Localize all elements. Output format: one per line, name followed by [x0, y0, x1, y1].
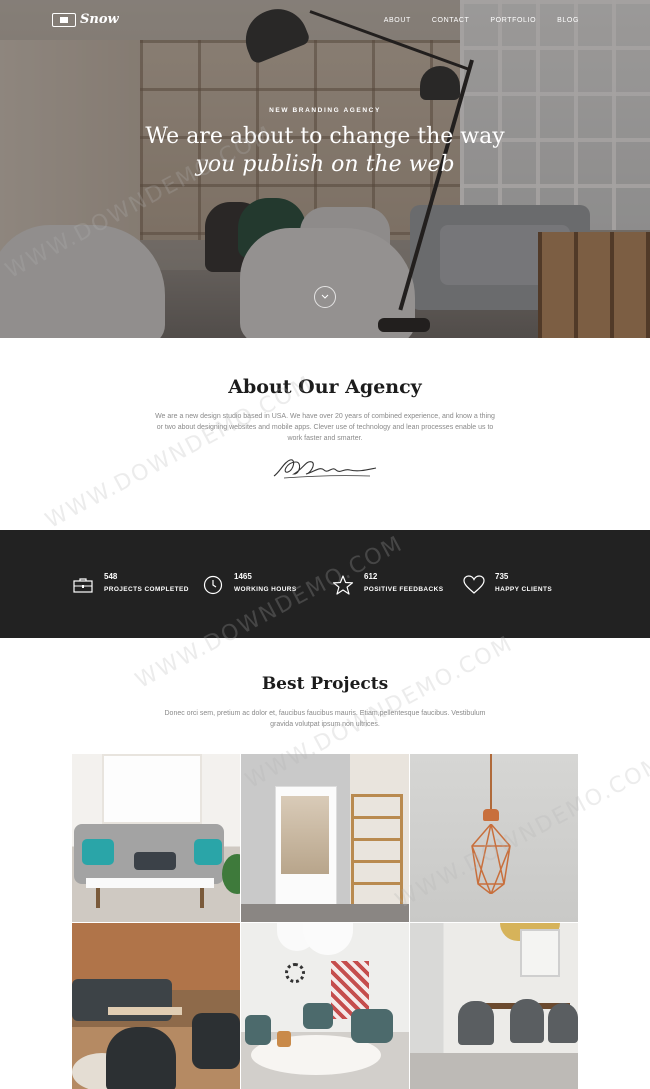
- hero-title-line2: you publish on the web: [195, 152, 455, 177]
- top-navigation: Snow ABOUT CONTACT PORTFOLIO BLOG: [0, 0, 650, 44]
- stat-feedbacks: 612 POSITIVE FEEDBACKS: [332, 572, 443, 596]
- stat-clients: 735 HAPPY CLIENTS: [463, 572, 552, 596]
- scroll-down-button[interactable]: [314, 286, 336, 308]
- main-menu: ABOUT CONTACT PORTFOLIO BLOG: [363, 17, 579, 24]
- logo-text: Snow: [80, 12, 119, 27]
- menu-item-about[interactable]: ABOUT: [384, 17, 411, 24]
- hero-title-line1: We are about to change the way: [145, 124, 505, 149]
- hero-section: Snow ABOUT CONTACT PORTFOLIO BLOG NEW BR…: [0, 0, 650, 338]
- star-icon: [332, 574, 354, 596]
- stat-label: PROJECTS COMPLETED: [104, 586, 189, 593]
- project-tile-pendant-lamp[interactable]: [410, 754, 578, 922]
- stat-number: 1465: [234, 572, 252, 581]
- project-tile-living-room[interactable]: [72, 754, 240, 922]
- menu-item-blog[interactable]: BLOG: [557, 17, 579, 24]
- stat-projects: 548 PROJECTS COMPLETED: [72, 572, 189, 596]
- stat-label: WORKING HOURS: [234, 586, 297, 593]
- project-tile-lounge[interactable]: [241, 923, 409, 1089]
- briefcase-icon: [72, 574, 94, 596]
- about-title: About Our Agency: [228, 376, 422, 398]
- clock-icon: [202, 574, 224, 596]
- stat-hours: 1465 WORKING HOURS: [202, 572, 297, 596]
- hero-subtitle: NEW BRANDING AGENCY: [269, 107, 381, 114]
- logo-icon: [52, 12, 76, 27]
- projects-grid: [72, 754, 578, 1089]
- site-logo[interactable]: Snow: [52, 12, 119, 27]
- stat-number: 735: [495, 572, 509, 581]
- signature-image: [273, 459, 377, 479]
- heart-icon: [463, 574, 485, 596]
- project-tile-cafe[interactable]: [72, 923, 240, 1089]
- menu-item-portfolio[interactable]: PORTFOLIO: [490, 17, 536, 24]
- chevron-down-icon: [321, 294, 329, 299]
- project-tile-dining[interactable]: [410, 923, 578, 1089]
- projects-title: Best Projects: [261, 674, 389, 694]
- stat-label: HAPPY CLIENTS: [495, 586, 553, 593]
- stat-number: 612: [364, 572, 378, 581]
- menu-item-contact[interactable]: CONTACT: [432, 17, 470, 24]
- project-tile-door[interactable]: [241, 754, 409, 922]
- pendant-lamp-icon: [471, 824, 511, 894]
- projects-text: Donec orci sem, pretium ac dolor et, fau…: [164, 710, 486, 728]
- stat-label: POSITIVE FEEDBACKS: [364, 586, 444, 593]
- stat-number: 548: [104, 572, 118, 581]
- about-text: We are a new design studio based in USA.…: [155, 413, 495, 442]
